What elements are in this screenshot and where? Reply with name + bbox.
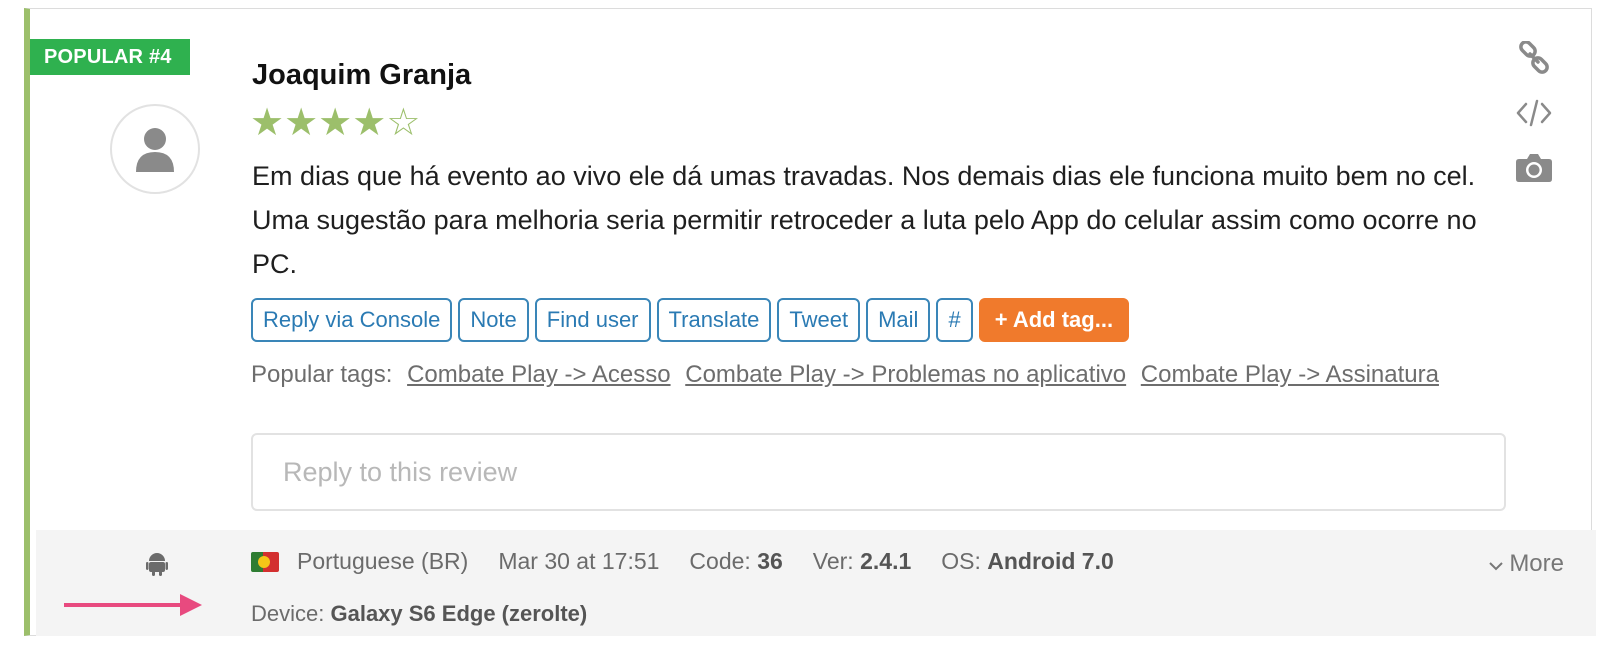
review-footer: Portuguese (BR) Mar 30 at 17:51 Code: 36… [36,530,1596,636]
code-icon[interactable] [1516,98,1552,133]
reply-via-console-button[interactable]: Reply via Console [251,298,453,342]
arrow-annotation-icon [64,594,202,616]
app-version: Ver: 2.4.1 [812,548,912,574]
popular-tag-link[interactable]: Combate Play -> Assinatura [1141,361,1439,388]
os-version: OS: Android 7.0 [941,548,1114,574]
star-filled-icon: ★ [318,102,353,144]
side-icons [1515,40,1553,188]
mail-button[interactable]: Mail [866,298,931,342]
more-label: More [1509,550,1564,577]
device-info: Device: Galaxy S6 Edge (zerolte) [251,601,588,626]
star-rating: ★ ★ ★ ★ ☆ [250,103,420,143]
review-text: Em dias que há evento ao vivo ele dá uma… [252,161,1477,279]
star-filled-icon: ★ [352,102,387,144]
reply-input[interactable] [251,433,1506,511]
popular-tag-link[interactable]: Combate Play -> Problemas no aplicativo [685,361,1126,388]
popular-tags: Popular tags: Combate Play -> Acesso Com… [251,361,1439,389]
star-filled-icon: ★ [284,102,319,144]
star-empty-icon: ☆ [386,102,421,144]
tweet-button[interactable]: Tweet [777,298,861,342]
popular-tag-link[interactable]: Combate Play -> Acesso [407,361,670,388]
find-user-button[interactable]: Find user [534,298,651,342]
version-code: Code: 36 [689,548,783,574]
portugal-flag-icon [251,551,279,572]
translate-button[interactable]: Translate [656,298,772,342]
popular-badge: POPULAR #4 [30,39,190,75]
star-filled-icon: ★ [250,102,285,144]
chevron-down-icon [1488,550,1510,577]
android-icon [146,552,168,581]
hash-button[interactable]: # [936,298,973,342]
more-toggle[interactable]: More [1488,550,1564,578]
review-author: Joaquim Granja [252,59,472,91]
review-date: Mar 30 at 17:51 [498,548,660,574]
note-button[interactable]: Note [458,298,529,342]
user-icon [136,128,174,172]
add-tag-button[interactable]: + Add tag... [978,298,1130,342]
review-card: POPULAR #4 Joaquim Granja ★ ★ ★ ★ ☆ Em d… [24,8,1596,636]
popular-tags-label: Popular tags: [251,361,393,388]
action-buttons: Reply via Console Note Find user Transla… [251,298,1130,342]
camera-icon[interactable] [1515,151,1553,188]
review-meta: Portuguese (BR) Mar 30 at 17:51 Code: 36… [251,548,1144,575]
language: Portuguese (BR) [297,548,469,574]
avatar [110,104,200,194]
link-icon[interactable] [1517,40,1551,80]
